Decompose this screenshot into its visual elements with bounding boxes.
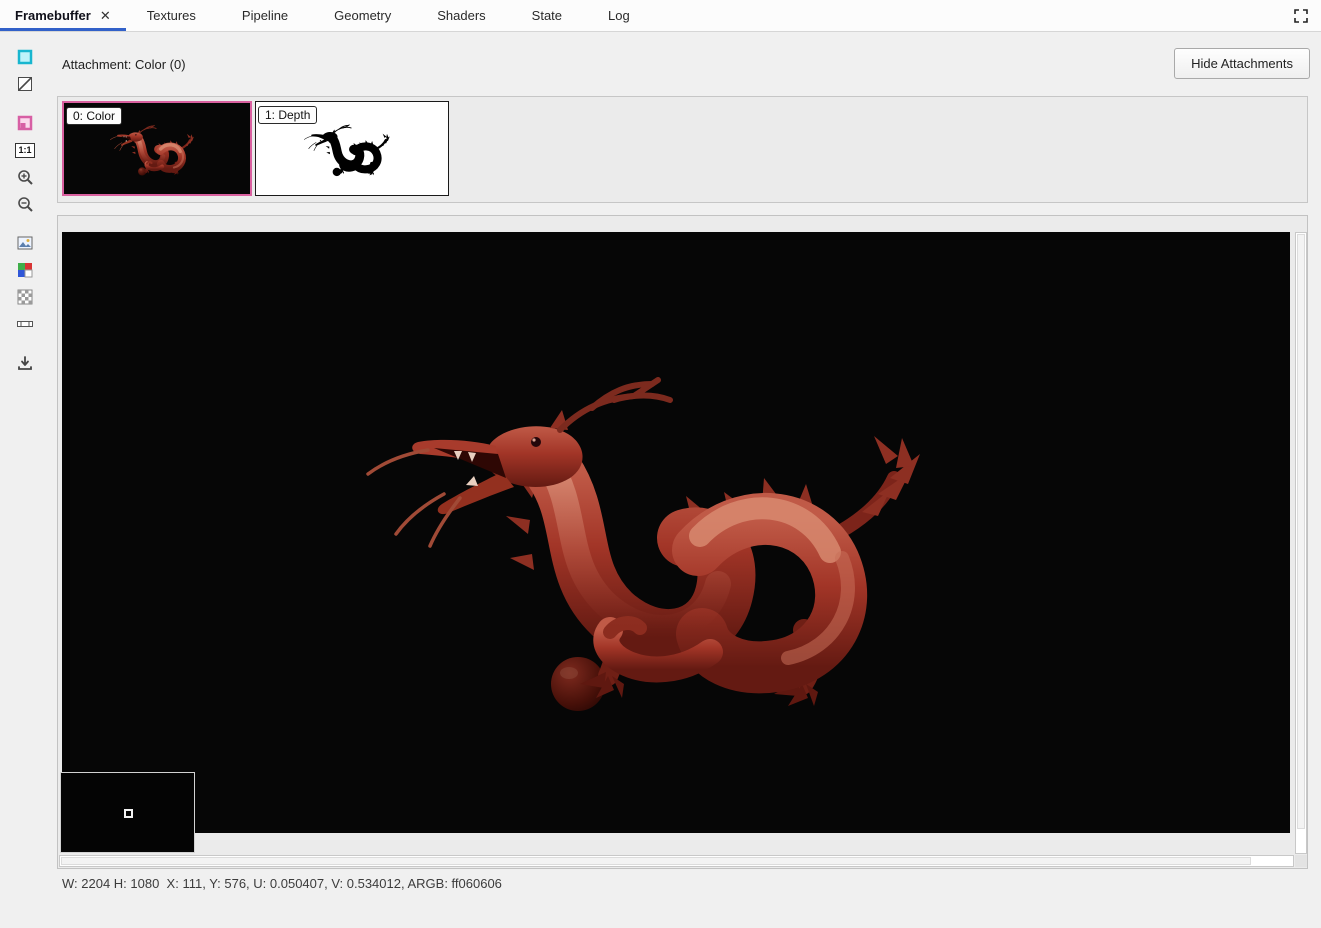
rgba-channels-icon <box>18 263 33 278</box>
tab-geometry[interactable]: Geometry <box>319 0 406 31</box>
checkerboard-icon <box>17 289 33 305</box>
fullscreen-button[interactable] <box>1288 3 1314 29</box>
checkerboard-background-button[interactable] <box>10 284 40 310</box>
tab-label: Framebuffer <box>15 8 91 23</box>
zoom-out-icon <box>18 197 33 212</box>
attachment-thumbnail-color[interactable]: 0: Color <box>62 101 252 196</box>
horizontal-scrollbar[interactable] <box>59 855 1294 867</box>
tab-label: State <box>531 8 563 23</box>
attachment-thumbnail-depth[interactable]: 1: Depth <box>255 101 449 196</box>
attachments-strip: 0: Color 1: Depth <box>57 96 1308 203</box>
save-button[interactable] <box>10 350 40 376</box>
save-icon <box>18 356 32 370</box>
vertical-scrollbar[interactable] <box>1295 232 1307 854</box>
fit-image-button[interactable] <box>10 230 40 256</box>
tab-state[interactable]: State <box>517 0 577 31</box>
tab-label: Textures <box>146 8 196 23</box>
texture-toolbar: 1:1 <box>0 32 50 377</box>
rgba-channels-button[interactable] <box>10 257 40 283</box>
attachment-label: Attachment: Color (0) <box>62 57 186 72</box>
range-bar-icon <box>17 321 33 327</box>
tab-label: Geometry <box>334 8 392 23</box>
zoom-in-button[interactable] <box>10 164 40 190</box>
background-color-button[interactable] <box>10 44 40 70</box>
actual-size-button[interactable]: 1:1 <box>10 137 40 163</box>
fullscreen-icon <box>1294 8 1308 23</box>
hide-attachments-button[interactable]: Hide Attachments <box>1174 48 1310 79</box>
tab-label: Shaders <box>437 8 486 23</box>
zoom-in-icon <box>18 170 33 185</box>
range-bar-button[interactable] <box>10 311 40 337</box>
zoom-region-marker <box>124 809 133 818</box>
attachment-badge: 1: Depth <box>258 106 318 124</box>
zoom-out-button[interactable] <box>10 191 40 217</box>
dragon-render <box>62 232 1290 833</box>
disable-alpha-button[interactable] <box>10 71 40 97</box>
tab-label: Log <box>608 8 630 23</box>
close-tab-icon[interactable]: ✕ <box>100 9 111 22</box>
horizontal-scrollbar-thumb[interactable] <box>61 857 1251 865</box>
scrollbar-corner <box>1295 855 1307 867</box>
tab-log[interactable]: Log <box>593 0 645 31</box>
vertical-scrollbar-thumb[interactable] <box>1297 234 1305 829</box>
overlay-color-icon <box>17 115 33 131</box>
framebuffer-preview-panel <box>57 215 1308 869</box>
tab-label: Pipeline <box>241 8 289 23</box>
tab-bar: Framebuffer ✕ Textures Pipeline Geometry… <box>0 0 1321 32</box>
actual-size-icon: 1:1 <box>15 142 35 158</box>
overlay-color-button[interactable] <box>10 110 40 136</box>
tab-pipeline[interactable]: Pipeline <box>227 0 303 31</box>
pixel-status-bar: W: 2204 H: 1080 X: 111, Y: 576, U: 0.050… <box>62 876 502 891</box>
framebuffer-canvas[interactable] <box>62 232 1290 833</box>
tab-shaders[interactable]: Shaders <box>422 0 500 31</box>
disable-alpha-icon <box>18 77 32 91</box>
attachment-badge: 0: Color <box>66 107 123 125</box>
fit-image-icon <box>17 236 33 250</box>
background-color-icon <box>17 49 33 65</box>
picture-in-picture-context <box>60 772 195 853</box>
tab-textures[interactable]: Textures <box>132 0 211 31</box>
tab-framebuffer[interactable]: Framebuffer ✕ <box>0 0 126 31</box>
